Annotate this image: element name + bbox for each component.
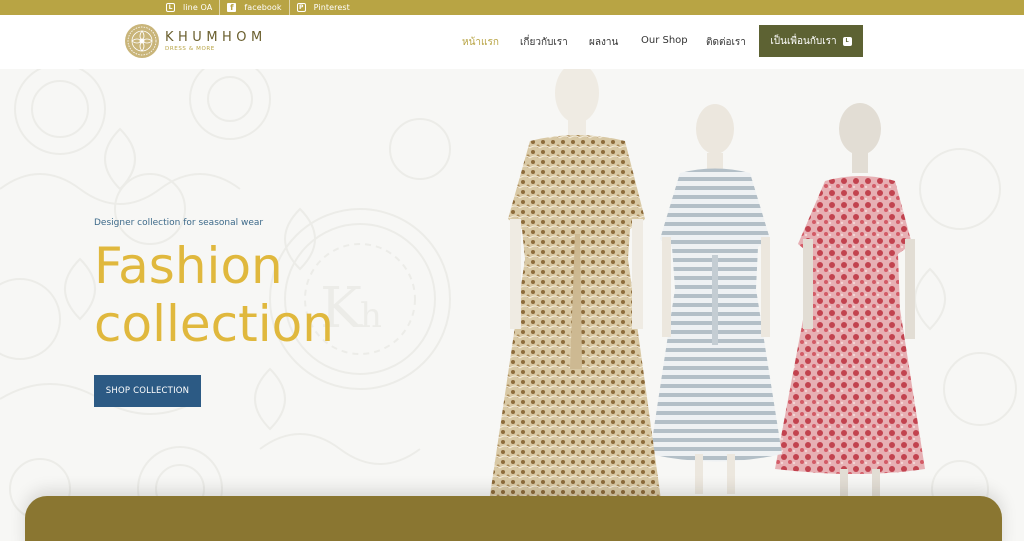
shop-collection-button[interactable]: SHOP COLLECTION xyxy=(94,375,201,407)
add-friend-label: เป็นเพื่อนกับเรา xyxy=(770,35,837,47)
pinterest-icon: P xyxy=(296,3,306,12)
mannequin-red-floral xyxy=(775,103,925,497)
logo-emblem-icon xyxy=(125,24,159,58)
line-oa-label: line OA xyxy=(183,3,213,12)
add-friend-button[interactable]: เป็นเพื่อนกับเรา L xyxy=(759,25,863,57)
site-header: KHUMHOM DRESS & MORE หน้าแรก เกี่ยวกับเร… xyxy=(0,15,1024,69)
facebook-link[interactable]: f facebook xyxy=(219,0,288,15)
svg-text:h: h xyxy=(360,296,382,336)
hero-section: K h Designer collection for seasonal wea… xyxy=(0,69,1024,541)
line-oa-link[interactable]: L line OA xyxy=(166,0,219,15)
nav-item-home[interactable]: หน้าแรก xyxy=(462,35,499,50)
top-bar: L line OA f facebook P Pinterest xyxy=(0,0,1024,15)
pinterest-link[interactable]: P Pinterest xyxy=(288,0,357,15)
line-icon: L xyxy=(166,3,175,12)
mannequins-image xyxy=(485,69,925,539)
logo-name: KHUMHOM xyxy=(165,30,267,45)
site-logo[interactable]: KHUMHOM DRESS & MORE xyxy=(124,23,267,59)
hero-title-line2: collection xyxy=(94,295,334,353)
mannequin-striped xyxy=(650,104,782,494)
logo-tagline: DRESS & MORE xyxy=(165,46,215,52)
facebook-label: facebook xyxy=(244,3,282,12)
hero-title: Fashion collection xyxy=(94,237,334,353)
nav-item-portfolio[interactable]: ผลงาน xyxy=(589,35,618,50)
hero-eyebrow: Designer collection for seasonal wear xyxy=(94,218,264,228)
nav-item-our-shop[interactable]: Our Shop xyxy=(641,35,688,46)
nav-item-about[interactable]: เกี่ยวกับเรา xyxy=(520,35,568,50)
line-icon: L xyxy=(842,36,852,46)
bottom-content-band xyxy=(25,496,1002,541)
nav-item-contact[interactable]: ติดต่อเรา xyxy=(706,35,746,50)
hero-title-line1: Fashion xyxy=(94,237,283,295)
pinterest-label: Pinterest xyxy=(313,3,350,12)
mannequin-lace xyxy=(485,69,665,539)
social-links: L line OA f facebook P Pinterest xyxy=(166,0,357,15)
facebook-icon: f xyxy=(227,3,237,12)
